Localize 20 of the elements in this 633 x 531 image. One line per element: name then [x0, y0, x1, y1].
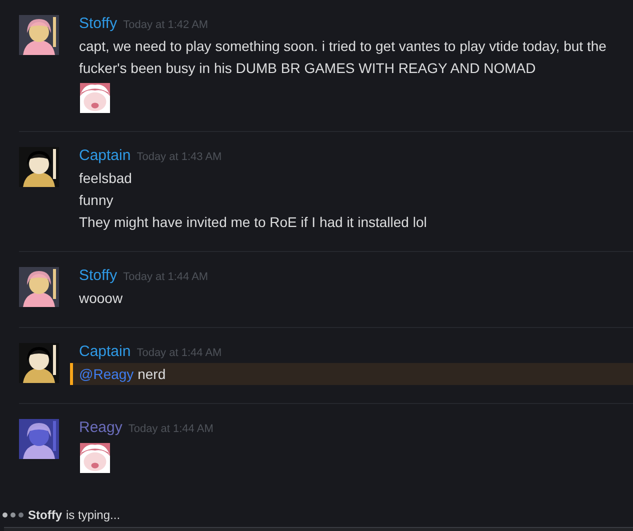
message-text: funny [78, 191, 114, 210]
timestamp: Today at 1:43 AM [136, 151, 222, 163]
timestamp: Today at 1:44 AM [123, 271, 208, 283]
message-text: capt, we need to play something soon. i tried to get vantes to play vtide today, but the fucker's been busy in his DUMB BR GAMES WITH REAGY AND NOMAD [78, 37, 608, 78]
timestamp: Today at 1:42 AM [123, 19, 208, 31]
typing-dots-icon [2, 512, 24, 518]
mention-link[interactable]: @Reagy [79, 366, 134, 382]
timestamp: Today at 1:44 AM [128, 423, 214, 435]
username[interactable]: Stoffy [79, 15, 118, 32]
username[interactable]: Reagy [79, 419, 122, 436]
message-text: wooow [78, 289, 124, 308]
typing-user: Stoffy [28, 508, 62, 522]
username[interactable]: Stoffy [79, 267, 118, 284]
message-text: feelsbad [78, 169, 133, 188]
username[interactable]: Captain [79, 147, 131, 164]
message-text: They might have invited me to RoE if I had it installed lol [78, 213, 428, 232]
username[interactable]: Captain [79, 343, 131, 360]
typing-text: is typing... [66, 508, 120, 522]
message-text: nerd [138, 366, 166, 382]
timestamp: Today at 1:44 AM [136, 347, 222, 359]
